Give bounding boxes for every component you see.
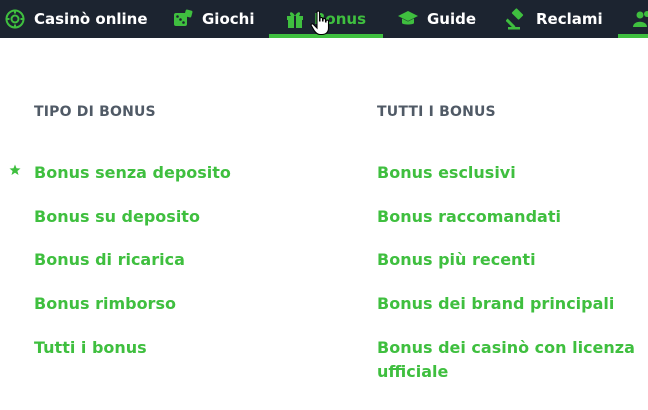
- nav-item-guide[interactable]: Guide: [397, 0, 476, 38]
- nav-item-casino-online[interactable]: Casinò online: [4, 0, 148, 38]
- nav-item-label: Giochi: [202, 10, 255, 28]
- link-bonus-casino-licenza-ufficiale[interactable]: Bonus dei casinò con licenza ufficiale: [377, 336, 637, 384]
- link-bonus-rimborso[interactable]: Bonus rimborso: [34, 292, 176, 316]
- nav-item-label: Casinò online: [34, 10, 148, 28]
- top-navigation-bar: Casinò online Giochi Bonus Guide Reclami: [0, 0, 648, 38]
- column-heading-tipo-di-bonus: TIPO DI BONUS: [34, 104, 156, 120]
- nav-item-label: Reclami: [536, 10, 603, 28]
- users-icon: [632, 8, 648, 30]
- nav-item-label: Guide: [427, 10, 477, 28]
- nav-item-giochi[interactable]: Giochi: [172, 0, 254, 38]
- link-bonus-su-deposito[interactable]: Bonus su deposito: [34, 205, 200, 229]
- star-icon: [9, 164, 21, 175]
- link-bonus-di-ricarica[interactable]: Bonus di ricarica: [34, 248, 185, 272]
- nav-item-more[interactable]: [632, 0, 648, 38]
- hand-pointer-icon: [310, 10, 332, 36]
- nav-item-reclami[interactable]: Reclami: [506, 0, 603, 38]
- bonus-dropdown-menu: TIPO DI BONUS TUTTI I BONUS Bonus senza …: [0, 38, 648, 410]
- link-bonus-dei-brand-principali[interactable]: Bonus dei brand principali: [377, 292, 614, 316]
- link-bonus-esclusivi[interactable]: Bonus esclusivi: [377, 161, 516, 185]
- graduation-cap-icon: [397, 8, 419, 30]
- gavel-icon: [506, 8, 528, 30]
- gift-icon: [284, 8, 306, 30]
- link-bonus-piu-recenti[interactable]: Bonus più recenti: [377, 248, 536, 272]
- link-bonus-senza-deposito[interactable]: Bonus senza deposito: [34, 161, 231, 185]
- column-heading-tutti-i-bonus: TUTTI I BONUS: [377, 104, 496, 120]
- dice-icon: [172, 8, 194, 30]
- casino-chip-icon: [4, 8, 26, 30]
- link-tutti-i-bonus[interactable]: Tutti i bonus: [34, 336, 147, 360]
- link-bonus-raccomandati[interactable]: Bonus raccomandati: [377, 205, 561, 229]
